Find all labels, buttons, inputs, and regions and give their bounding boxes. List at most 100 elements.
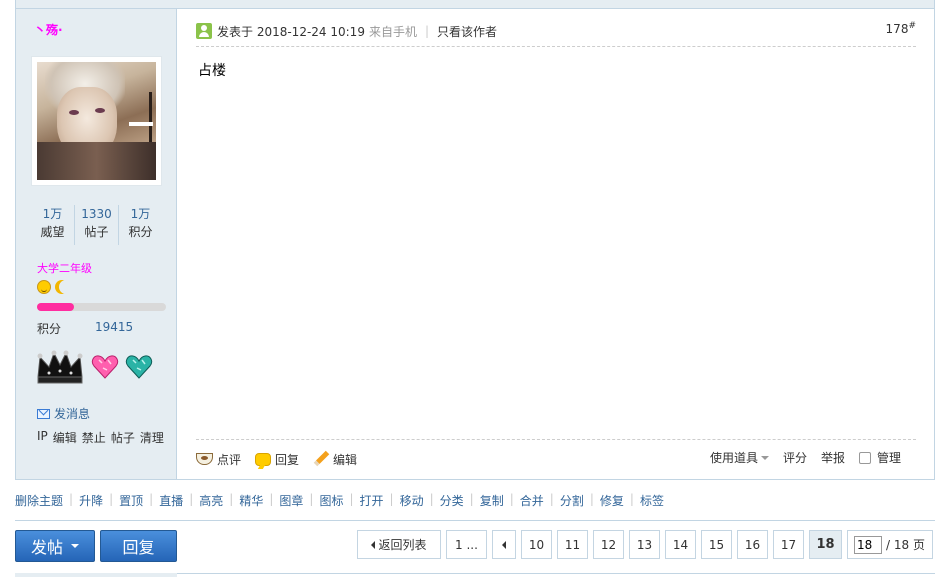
avatar-image	[37, 62, 156, 180]
mod-move[interactable]: 移动	[400, 492, 424, 509]
mod-open[interactable]: 打开	[360, 492, 384, 509]
divider	[196, 46, 916, 47]
comment-button[interactable]: 点评	[196, 451, 241, 468]
page-link[interactable]: 17	[773, 530, 804, 559]
page-link[interactable]: 16	[737, 530, 768, 559]
back-to-list-label: 返回列表	[378, 538, 427, 552]
divider: |	[269, 492, 274, 506]
divider: |	[109, 492, 114, 506]
page-link[interactable]: 14	[665, 530, 696, 559]
edit-label: 编辑	[333, 452, 358, 467]
divider: |	[69, 492, 74, 506]
floor-sup: #	[908, 21, 916, 31]
page-link[interactable]: 10	[521, 530, 552, 559]
page-link[interactable]: 12	[593, 530, 624, 559]
page-jump-input[interactable]	[854, 535, 882, 554]
manage-checkbox[interactable]	[858, 451, 871, 464]
avatar[interactable]	[31, 56, 162, 186]
mod-digest[interactable]: 精华	[239, 492, 263, 509]
mod-merge[interactable]: 合并	[520, 492, 544, 509]
pink-heart-medal-icon[interactable]	[91, 354, 119, 380]
reply-thread-label: 回复	[122, 538, 155, 557]
edit-button[interactable]: 编辑	[313, 451, 357, 468]
stat-posts[interactable]: 1330 帖子	[75, 205, 119, 245]
divider: |	[469, 492, 474, 506]
report-link[interactable]: 举报	[821, 449, 845, 466]
admin-link-posts[interactable]: 帖子	[111, 429, 135, 446]
crown-medal-icon[interactable]	[35, 349, 85, 385]
mail-icon	[37, 408, 50, 419]
admin-link-ban[interactable]: 禁止	[82, 429, 106, 446]
use-tools-label: 使用道具	[709, 451, 758, 465]
stat-label: 帖子	[84, 225, 109, 239]
author-only-link[interactable]: 只看该作者	[437, 23, 497, 40]
grade-icons	[37, 280, 73, 294]
teal-heart-medal-icon[interactable]	[125, 354, 153, 380]
author-sidebar: 丶殇· 1万 威望 1330 帖子 1万 积分 大学二年级 积分 19415 发…	[16, 9, 177, 479]
divider: |	[229, 492, 234, 506]
admin-link-clean[interactable]: 清理	[140, 429, 164, 446]
page-first[interactable]: 1 ...	[446, 530, 487, 559]
divider: |	[349, 492, 354, 506]
divider: |	[389, 492, 394, 506]
posted-from[interactable]: 来自手机	[369, 23, 417, 40]
divider: |	[309, 492, 314, 506]
manage-label[interactable]: 管理	[877, 449, 901, 466]
send-message-link[interactable]: 发消息	[37, 405, 90, 422]
grade-progress-bar	[37, 303, 166, 311]
mod-highlight[interactable]: 高亮	[199, 492, 223, 509]
caret-down-icon	[760, 455, 769, 460]
post-main: 发表于 2018-12-24 10:19 来自手机 | 只看该作者 178# 占…	[196, 9, 931, 479]
back-to-list-button[interactable]: 返回列表	[357, 530, 441, 559]
author-name[interactable]: 丶殇·	[34, 21, 63, 38]
divider: |	[629, 492, 634, 506]
mod-split[interactable]: 分割	[560, 492, 584, 509]
divider	[196, 439, 916, 440]
divider	[15, 520, 935, 521]
mod-repair[interactable]: 修复	[600, 492, 624, 509]
pencil-icon	[313, 451, 329, 467]
medals	[35, 349, 153, 385]
bubble-icon	[255, 452, 272, 466]
caret-down-icon	[71, 544, 79, 548]
stat-credits[interactable]: 1万 积分	[119, 205, 162, 245]
mod-icon[interactable]: 图标	[319, 492, 343, 509]
divider: |	[149, 492, 154, 506]
score-value: 19415	[95, 320, 134, 334]
author-stats: 1万 威望 1330 帖子 1万 积分	[31, 205, 162, 245]
sun-icon	[37, 280, 51, 294]
user-grade[interactable]: 大学二年级	[37, 260, 92, 276]
mod-tags[interactable]: 标签	[640, 492, 664, 509]
page-prev-button[interactable]	[492, 530, 516, 559]
mod-delete-thread[interactable]: 删除主题	[15, 492, 63, 509]
reply-button[interactable]: 回复	[255, 451, 299, 468]
page-jump: / 18 页	[847, 530, 933, 559]
page-current: 18	[809, 530, 842, 559]
use-tools-dropdown[interactable]: 使用道具	[710, 449, 769, 466]
page-link[interactable]: 11	[557, 530, 588, 559]
new-post-button[interactable]: 发帖	[15, 530, 95, 562]
mod-copy[interactable]: 复制	[480, 492, 504, 509]
stat-value: 1330	[81, 207, 112, 221]
mod-bump[interactable]: 升降	[79, 492, 103, 509]
page-link[interactable]: 15	[701, 530, 732, 559]
mod-live[interactable]: 直播	[159, 492, 183, 509]
rate-link[interactable]: 评分	[783, 449, 807, 466]
mod-stamp[interactable]: 图章	[279, 492, 303, 509]
cup-icon	[196, 453, 213, 465]
mod-stick[interactable]: 置顶	[119, 492, 143, 509]
stat-prestige[interactable]: 1万 威望	[31, 205, 75, 245]
new-post-label: 发帖	[30, 538, 63, 557]
comment-label: 点评	[217, 452, 242, 467]
stat-label: 积分	[128, 225, 153, 239]
moderation-bar: 删除主题 | 升降 | 置顶 | 直播 | 高亮 | 精华 | 图章 | 图标 | 打开 | 移动…	[15, 492, 664, 509]
mod-category[interactable]: 分类	[440, 492, 464, 509]
floor-value: 178	[885, 22, 909, 36]
floor-number[interactable]: 178#	[886, 21, 916, 36]
admin-link-ip[interactable]: IP	[37, 429, 48, 446]
reply-thread-button[interactable]: 回复	[100, 530, 177, 562]
page-link[interactable]: 13	[629, 530, 660, 559]
grade-progress-fill	[37, 303, 75, 311]
divider: |	[189, 492, 194, 506]
admin-link-edit[interactable]: 编辑	[53, 429, 77, 446]
